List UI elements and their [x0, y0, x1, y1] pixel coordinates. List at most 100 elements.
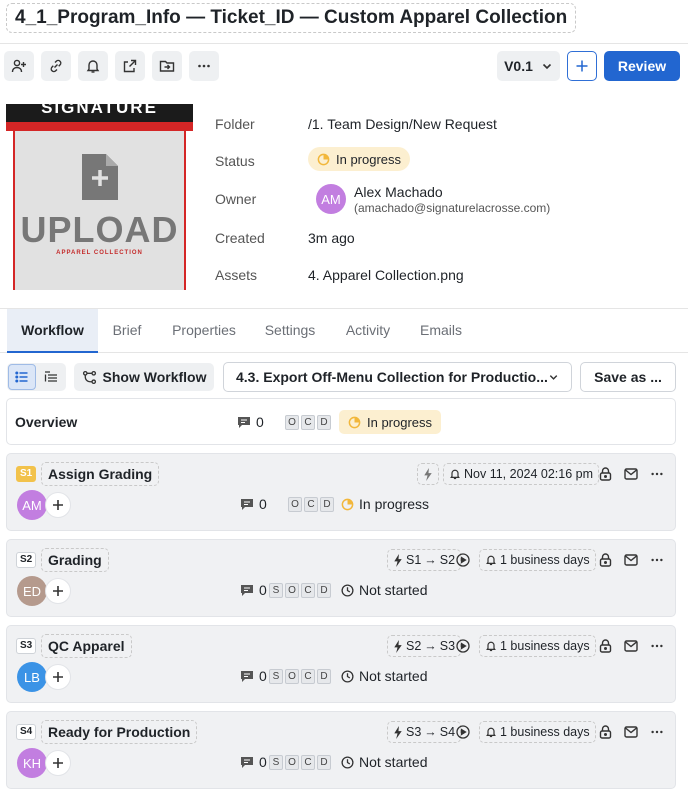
- stage-letters: O C D: [288, 497, 334, 512]
- tab-bar: Workflow Brief Properties Settings Activ…: [0, 309, 688, 353]
- mail-icon: [624, 640, 638, 652]
- tab-brief[interactable]: Brief: [104, 309, 150, 353]
- created-label: Created: [215, 230, 265, 246]
- lightning-icon: [394, 553, 402, 567]
- assignee-avatar[interactable]: KH: [17, 748, 47, 778]
- start-stage-button[interactable]: [453, 636, 473, 656]
- stage-card-s2[interactable]: S2 Grading S1 → S2 1 business days ED 0 S …: [6, 539, 676, 617]
- list-view-icon: [15, 371, 28, 383]
- bell-icon: [86, 60, 100, 73]
- stage-name[interactable]: Assign Grading: [41, 462, 160, 486]
- stage-comment-count[interactable]: 0: [240, 668, 267, 684]
- email-button[interactable]: [621, 636, 641, 656]
- lock-button[interactable]: [595, 722, 615, 742]
- more-icon: [198, 64, 210, 68]
- tab-settings[interactable]: Settings: [258, 309, 322, 353]
- trigger-chip[interactable]: S2 → S3: [387, 635, 462, 657]
- workflow-select[interactable]: 4.3. Export Off-Menu Collection for Prod…: [223, 362, 572, 392]
- assignee-avatar[interactable]: AM: [17, 490, 47, 520]
- assignee-avatar[interactable]: ED: [17, 576, 47, 606]
- chevron-down-icon: [549, 375, 558, 380]
- add-assignee-button[interactable]: [45, 750, 71, 776]
- version-select[interactable]: V0.1: [497, 51, 560, 81]
- add-assignee-button[interactable]: [45, 664, 71, 690]
- folder-value[interactable]: /1. Team Design/New Request: [308, 116, 497, 132]
- created-value: 3m ago: [308, 230, 355, 246]
- share-icon: [123, 59, 137, 73]
- share-button[interactable]: [115, 51, 145, 81]
- due-date-chip[interactable]: 1 business days: [479, 635, 596, 657]
- stage-more-button[interactable]: [647, 636, 667, 656]
- play-icon: [456, 639, 470, 653]
- stage-card-s1[interactable]: S1 Assign Grading Nov 11, 2024 02:16 pm …: [6, 453, 676, 531]
- email-button[interactable]: [621, 464, 641, 484]
- tab-workflow[interactable]: Workflow: [7, 309, 98, 353]
- stage-name[interactable]: QC Apparel: [41, 634, 132, 658]
- trigger-chip[interactable]: S3 → S4: [387, 721, 462, 743]
- email-button[interactable]: [621, 722, 641, 742]
- add-assignee-button[interactable]: [45, 492, 71, 518]
- add-user-icon: [11, 59, 26, 73]
- overview-row[interactable]: Overview 0 O C D In progress: [6, 398, 676, 445]
- detail-view-button[interactable]: [37, 364, 65, 390]
- status-badge[interactable]: In progress: [308, 147, 411, 171]
- stage-comment-count[interactable]: 0: [240, 496, 267, 512]
- arrow-icon: →: [424, 553, 437, 567]
- header-divider: [0, 43, 688, 44]
- stage-comment-count[interactable]: 0: [240, 582, 267, 598]
- assignee-avatar[interactable]: LB: [17, 662, 47, 692]
- show-workflow-button[interactable]: Show Workflow: [74, 363, 214, 391]
- stage-name[interactable]: Grading: [41, 548, 109, 572]
- stage-letters: S O C D: [269, 669, 331, 684]
- move-folder-icon: [159, 60, 175, 72]
- due-date-chip[interactable]: 1 business days: [479, 549, 596, 571]
- tab-properties[interactable]: Properties: [164, 309, 244, 353]
- stage-letters: S O C D: [269, 755, 331, 770]
- add-assignee-button[interactable]: [45, 578, 71, 604]
- notifications-button[interactable]: [78, 51, 108, 81]
- lock-icon: [599, 467, 611, 481]
- start-stage-button[interactable]: [453, 722, 473, 742]
- trigger-chip[interactable]: [417, 463, 439, 485]
- more-options-button[interactable]: [189, 51, 219, 81]
- stage-card-s3[interactable]: S3 QC Apparel S2 → S3 1 business days LB 0…: [6, 625, 676, 703]
- add-version-button[interactable]: [567, 51, 597, 81]
- mail-icon: [624, 554, 638, 566]
- move-to-folder-button[interactable]: [152, 51, 182, 81]
- email-button[interactable]: [621, 550, 641, 570]
- asset-thumbnail[interactable]: SIGNATURE UPLOAD APPAREL COLLECTION: [6, 104, 193, 290]
- thumbnail-brand-bar: SIGNATURE: [6, 104, 193, 122]
- stage-more-button[interactable]: [647, 550, 667, 570]
- stage-tag: S1: [16, 466, 37, 482]
- trigger-chip[interactable]: S1 → S2: [387, 549, 462, 571]
- status-label: Status: [215, 153, 255, 169]
- show-workflow-label: Show Workflow: [102, 369, 207, 385]
- page-title[interactable]: 4_1_Program_Info — Ticket_ID — Custom Ap…: [6, 3, 577, 33]
- assets-value[interactable]: 4. Apparel Collection.png: [308, 267, 464, 283]
- more-icon: [651, 644, 663, 648]
- stage-more-button[interactable]: [647, 722, 667, 742]
- stage-card-s4[interactable]: S4 Ready for Production S3 → S4 1 business…: [6, 711, 676, 789]
- thumbnail-canvas: UPLOAD APPAREL COLLECTION: [13, 131, 186, 290]
- bell-icon: [486, 727, 496, 738]
- copy-link-button[interactable]: [41, 51, 71, 81]
- progress-icon: [348, 416, 361, 428]
- list-view-button[interactable]: [8, 364, 36, 390]
- lock-button[interactable]: [595, 636, 615, 656]
- start-stage-button[interactable]: [453, 550, 473, 570]
- add-user-button[interactable]: [4, 51, 34, 81]
- tab-activity[interactable]: Activity: [337, 309, 399, 353]
- stage-more-button[interactable]: [647, 464, 667, 484]
- due-date-chip[interactable]: 1 business days: [479, 721, 596, 743]
- review-button[interactable]: Review: [604, 51, 680, 81]
- save-as-button[interactable]: Save as ...: [580, 362, 676, 392]
- overview-comment-count[interactable]: 0: [237, 414, 264, 430]
- stage-comment-count[interactable]: 0: [240, 754, 267, 770]
- due-date-chip[interactable]: Nov 11, 2024 02:16 pm: [443, 463, 600, 485]
- lock-button[interactable]: [595, 464, 615, 484]
- stage-name[interactable]: Ready for Production: [41, 720, 198, 744]
- bell-icon: [486, 641, 496, 652]
- comment-icon: [238, 416, 250, 428]
- tab-emails[interactable]: Emails: [414, 309, 468, 353]
- lock-button[interactable]: [595, 550, 615, 570]
